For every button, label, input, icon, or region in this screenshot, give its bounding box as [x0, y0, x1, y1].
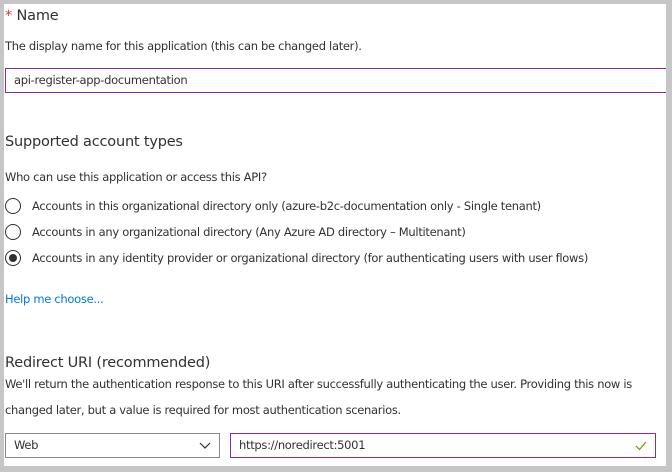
option-multitenant-label[interactable]: Accounts in any organizational directory… [32, 225, 466, 239]
radio-multitenant[interactable] [5, 224, 21, 240]
account-types-heading: Supported account types [5, 134, 183, 150]
name-description: The display name for this application (t… [5, 39, 362, 53]
redirect-description-line2: changed later, but a value is required f… [5, 403, 401, 417]
help-me-choose-link[interactable]: Help me choose... [5, 292, 104, 306]
radio-any-identity-provider[interactable] [5, 250, 21, 266]
checkmark-icon [635, 441, 647, 451]
name-label: * Name [5, 8, 59, 24]
name-input[interactable]: api-register-app-documentation [5, 68, 666, 93]
option-any-identity-provider-label[interactable]: Accounts in any identity provider or org… [32, 251, 588, 265]
chevron-down-icon [199, 442, 211, 449]
account-types-question: Who can use this application or access t… [5, 170, 267, 184]
redirect-uri-value: https://noredirect:5001 [239, 438, 366, 452]
register-app-form: * Name The display name for this applica… [4, 4, 666, 466]
name-label-text: Name [16, 8, 59, 24]
required-marker: * [5, 8, 13, 24]
platform-select[interactable]: Web [5, 433, 220, 458]
platform-value: Web [14, 438, 39, 452]
redirect-uri-input[interactable]: https://noredirect:5001 [230, 433, 656, 458]
option-single-tenant-label[interactable]: Accounts in this organizational director… [32, 199, 541, 213]
redirect-uri-heading: Redirect URI (recommended) [5, 355, 211, 371]
radio-single-tenant[interactable] [5, 198, 21, 214]
redirect-description-line1: We'll return the authentication response… [5, 377, 632, 391]
